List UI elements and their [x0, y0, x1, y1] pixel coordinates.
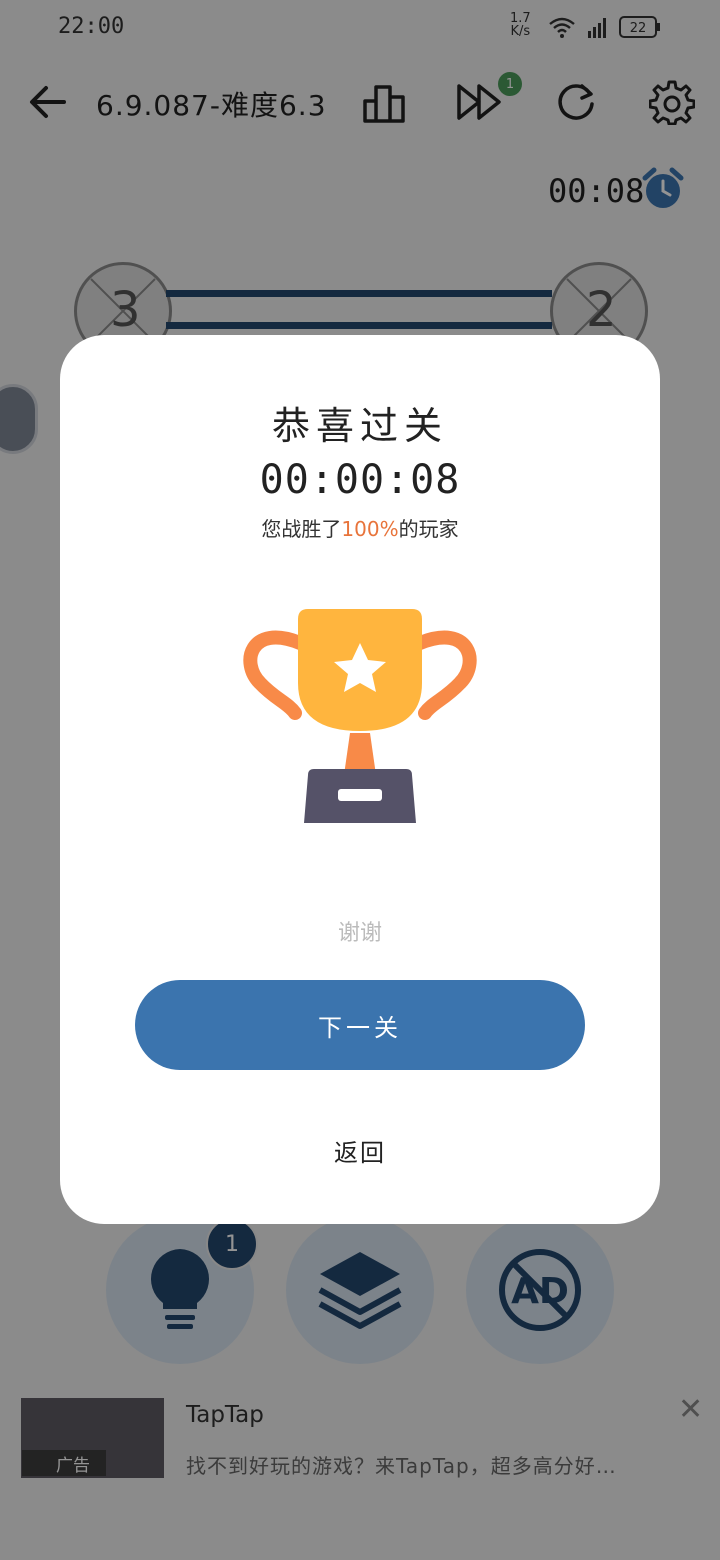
beat-players-text: 您战胜了100%的玩家	[261, 517, 459, 541]
level-complete-dialog: 恭喜过关 00:00:08 您战胜了100%的玩家 谢谢 下一关 返回	[60, 335, 660, 1224]
next-level-button[interactable]: 下一关	[135, 980, 585, 1070]
beat-percent: 100%	[341, 517, 399, 541]
thanks-text[interactable]: 谢谢	[60, 915, 660, 947]
trophy-icon	[243, 609, 477, 823]
return-button[interactable]: 返回	[60, 1133, 660, 1168]
completion-time: 00:00:08	[259, 457, 461, 503]
dialog-title: 恭喜过关	[271, 404, 448, 448]
